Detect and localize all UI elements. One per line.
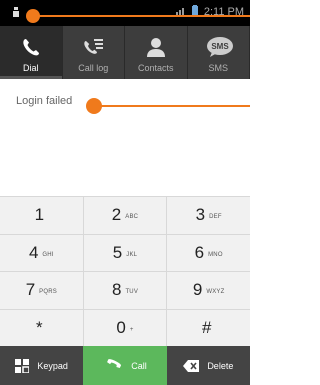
key-letters: MNO xyxy=(208,251,223,258)
tab-bar: Dial Call log Contacts SMS SMS xyxy=(0,26,250,79)
key-letters: + xyxy=(129,326,134,333)
tab-dial[interactable]: Dial xyxy=(0,26,63,79)
key-letters: WXYZ xyxy=(206,289,225,296)
tab-label: Call log xyxy=(78,63,109,73)
key-digit: 7 xyxy=(25,280,36,300)
key-digit: 9 xyxy=(192,280,203,300)
key-9[interactable]: 9 WXYZ xyxy=(167,272,250,309)
backspace-icon xyxy=(183,359,200,372)
annotation-line xyxy=(100,105,250,107)
key-star[interactable]: * xyxy=(0,309,84,346)
key-letters: ABC xyxy=(125,214,139,221)
key-digit: 5 xyxy=(112,242,123,262)
key-digit: # xyxy=(201,317,212,337)
tab-label: Contacts xyxy=(137,63,174,73)
tab-label: SMS xyxy=(208,63,228,73)
number-display[interactable]: Login failed xyxy=(0,79,250,196)
keypad-row: 7 PQRS 8 TUV 9 WXYZ xyxy=(0,271,250,309)
key-letters: PQRS xyxy=(39,289,57,296)
key-1[interactable]: 1 xyxy=(0,197,84,234)
key-7[interactable]: 7 PQRS xyxy=(0,272,84,309)
action-bar: Keypad Call Delete xyxy=(0,346,250,385)
key-2[interactable]: 2 ABC xyxy=(84,197,168,234)
key-digit: 2 xyxy=(111,205,122,225)
person-icon xyxy=(144,36,168,58)
key-digit: 4 xyxy=(28,242,39,262)
keypad-label: Keypad xyxy=(37,360,68,371)
key-letters: JKL xyxy=(126,251,138,258)
key-letters: TUV xyxy=(125,289,139,296)
keypad-row: * 0 + # xyxy=(0,308,250,347)
key-digit: 3 xyxy=(195,205,206,225)
key-letters: GHI xyxy=(42,251,54,258)
key-digit: * xyxy=(36,317,43,337)
call-button[interactable]: Call xyxy=(83,346,167,385)
tab-sms[interactable]: SMS SMS xyxy=(187,26,250,79)
tab-call-log[interactable]: Call log xyxy=(62,26,125,79)
sms-badge-text: SMS xyxy=(212,42,230,51)
phone-icon xyxy=(103,358,123,374)
call-label: Call xyxy=(131,360,147,371)
sms-bubble-icon: SMS xyxy=(206,36,234,58)
key-digit: 6 xyxy=(194,242,205,262)
key-3[interactable]: 3 DEF xyxy=(167,197,250,234)
call-log-icon xyxy=(81,36,105,58)
delete-button[interactable]: Delete xyxy=(166,346,250,385)
key-hash[interactable]: # xyxy=(167,310,250,347)
key-5[interactable]: 5 JKL xyxy=(84,234,168,271)
key-digit: 0 xyxy=(116,317,126,337)
key-digit: 1 xyxy=(34,205,45,225)
key-letters: DEF xyxy=(209,214,222,221)
keypad-grid-icon xyxy=(15,358,30,373)
delete-label: Delete xyxy=(207,360,234,371)
key-8[interactable]: 8 TUV xyxy=(84,272,168,309)
tab-label: Dial xyxy=(22,63,39,73)
dial-keypad: 1 2 ABC 3 DEF 4 GHI 5 JKL 6 MNO 7 PQRS 8 TUV 9W… xyxy=(0,196,250,346)
key-digit: 8 xyxy=(111,280,122,300)
phone-icon xyxy=(19,36,43,58)
key-6[interactable]: 6 MNO xyxy=(167,235,250,272)
error-message: Login failed xyxy=(16,95,73,107)
keypad-row: 4 GHI 5 JKL 6 MNO xyxy=(0,233,250,272)
usb-icon xyxy=(12,7,20,18)
keypad-row: 1 2 ABC 3 DEF xyxy=(0,196,250,234)
key-4[interactable]: 4 GHI xyxy=(0,234,84,271)
tab-contacts[interactable]: Contacts xyxy=(125,26,188,79)
key-0[interactable]: 0 + xyxy=(84,309,168,346)
annotation-line xyxy=(38,15,250,17)
keypad-button[interactable]: Keypad xyxy=(0,346,84,385)
